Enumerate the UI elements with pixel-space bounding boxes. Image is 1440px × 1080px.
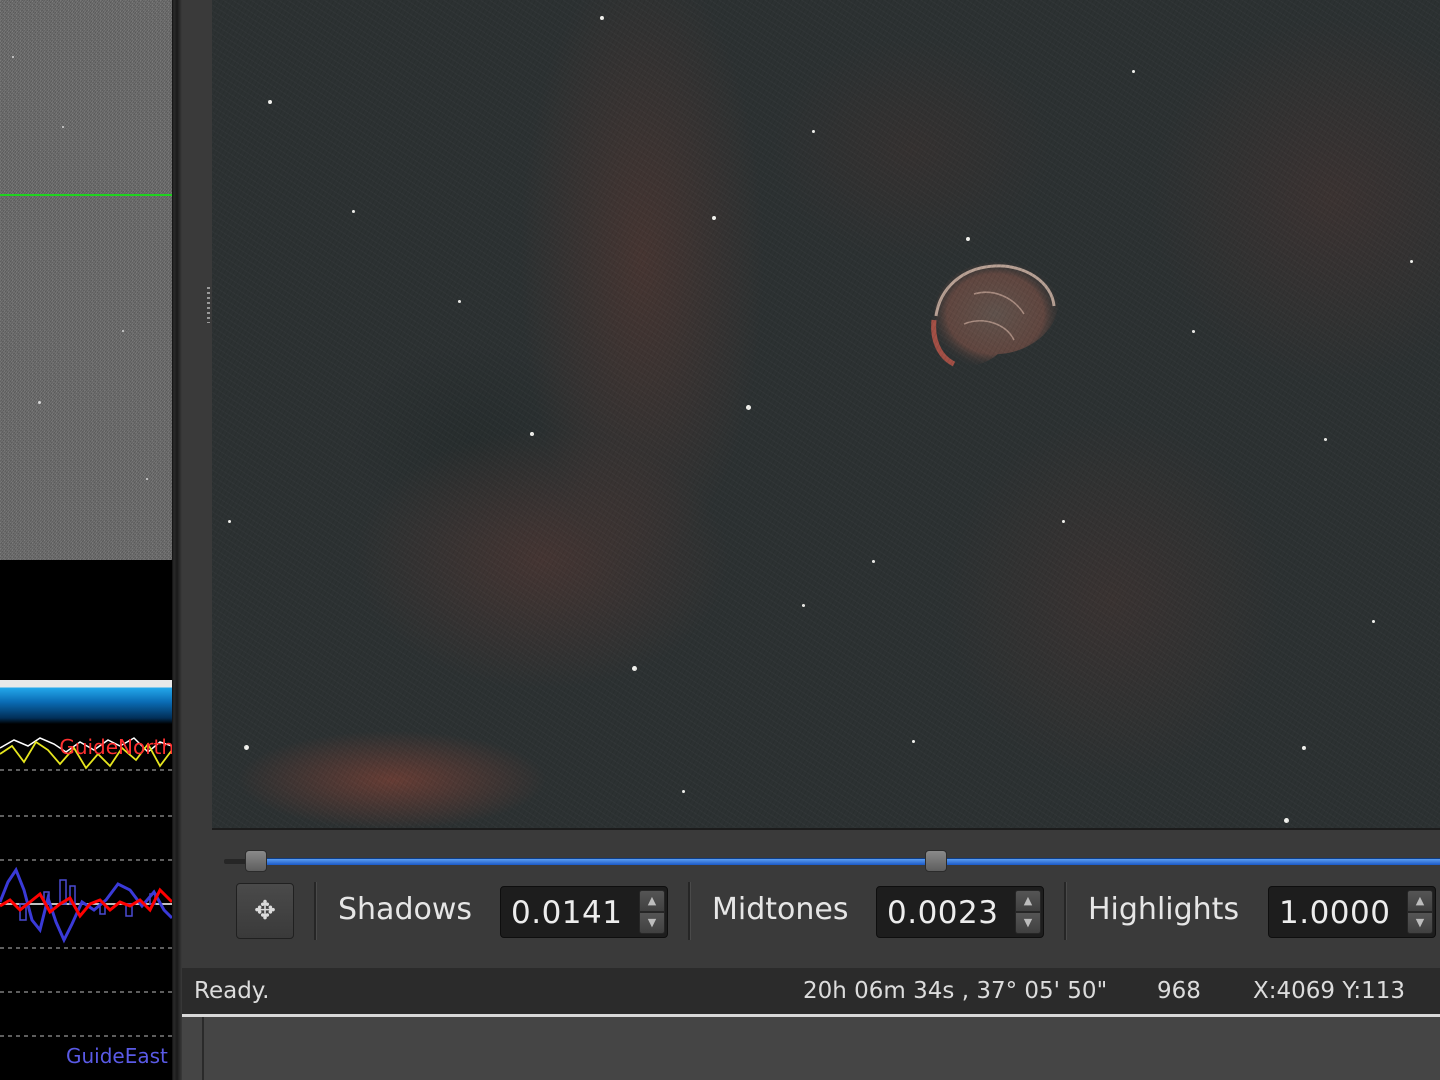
guide-info-area bbox=[0, 560, 172, 680]
panel-splitter[interactable] bbox=[172, 0, 182, 1080]
star bbox=[1192, 330, 1195, 333]
graph-legend-guide-north: GuideNorth bbox=[59, 735, 174, 759]
guide-star bbox=[38, 401, 41, 404]
star bbox=[812, 130, 815, 133]
slider-track-filled[interactable] bbox=[258, 858, 1440, 865]
shadows-spinbox[interactable]: 0.0141 ▲ ▼ bbox=[500, 886, 668, 938]
star bbox=[352, 210, 355, 213]
star bbox=[1302, 746, 1306, 750]
lower-panel-divider bbox=[202, 1017, 204, 1080]
shadows-down-button[interactable]: ▼ bbox=[639, 912, 665, 934]
star bbox=[872, 560, 875, 563]
toolbar-separator bbox=[688, 882, 691, 940]
status-pixel-value: 968 bbox=[1157, 978, 1201, 1004]
star bbox=[912, 740, 915, 743]
lower-dock-panel bbox=[182, 1017, 1440, 1080]
highlights-spinbox[interactable]: 1.0000 ▲ ▼ bbox=[1268, 886, 1436, 938]
midtones-up-button[interactable]: ▲ bbox=[1015, 890, 1041, 912]
graph-legend-guide-east: GuideEast bbox=[66, 1044, 168, 1068]
chevron-up-icon: ▲ bbox=[647, 894, 657, 907]
shadows-slider-handle[interactable] bbox=[245, 850, 267, 872]
crescent-nebula-object bbox=[931, 261, 1059, 367]
star bbox=[1284, 818, 1289, 823]
star bbox=[1410, 260, 1413, 263]
midtones-slider-handle[interactable] bbox=[925, 850, 947, 872]
highlights-value[interactable]: 1.0000 bbox=[1279, 895, 1390, 931]
guide-crosshair-line bbox=[0, 194, 172, 196]
pan-tool-button[interactable]: ✥ bbox=[236, 883, 294, 939]
star bbox=[1132, 70, 1135, 73]
star bbox=[458, 300, 461, 303]
midtones-label: Midtones bbox=[712, 892, 849, 927]
resize-grip[interactable] bbox=[207, 287, 210, 323]
highlights-label: Highlights bbox=[1088, 892, 1240, 927]
midtones-spinbox[interactable]: 0.0023 ▲ ▼ bbox=[876, 886, 1044, 938]
star bbox=[1372, 620, 1375, 623]
shadows-value[interactable]: 0.0141 bbox=[511, 895, 622, 931]
star bbox=[712, 216, 716, 220]
midtones-down-button[interactable]: ▼ bbox=[1015, 912, 1041, 934]
star bbox=[244, 745, 249, 750]
star bbox=[228, 520, 231, 523]
stretch-controls: ✥ Shadows 0.0141 ▲ ▼ Midtones 0.0023 ▲ ▼… bbox=[236, 880, 1440, 942]
star bbox=[1062, 520, 1065, 523]
shadows-up-button[interactable]: ▲ bbox=[639, 890, 665, 912]
guide-graph: GuideNorth GuideEast bbox=[0, 724, 174, 1080]
star bbox=[682, 790, 685, 793]
star bbox=[600, 16, 604, 20]
guide-star bbox=[122, 330, 124, 332]
guide-graph-plot bbox=[0, 737, 172, 1037]
guide-star bbox=[146, 478, 148, 480]
guide-star bbox=[12, 56, 14, 58]
guide-star bbox=[62, 126, 64, 128]
chevron-up-icon: ▲ bbox=[1023, 894, 1033, 907]
chevron-down-icon: ▼ bbox=[1415, 916, 1425, 929]
chevron-down-icon: ▼ bbox=[1023, 916, 1033, 929]
star bbox=[802, 604, 805, 607]
chevron-up-icon: ▲ bbox=[1415, 894, 1425, 907]
highlights-down-button[interactable]: ▼ bbox=[1407, 912, 1433, 934]
status-bar: Ready. 20h 06m 34s , 37° 05' 50" 968 X:4… bbox=[182, 968, 1440, 1017]
highlights-up-button[interactable]: ▲ bbox=[1407, 890, 1433, 912]
stretch-histogram-slider[interactable] bbox=[224, 848, 1440, 876]
guide-graph-toolbar bbox=[0, 680, 172, 724]
guide-camera-frame[interactable] bbox=[0, 0, 172, 560]
star bbox=[966, 237, 970, 241]
status-message: Ready. bbox=[194, 978, 270, 1004]
shadows-label: Shadows bbox=[338, 892, 473, 927]
star bbox=[632, 666, 637, 671]
midtones-value[interactable]: 0.0023 bbox=[887, 895, 998, 931]
status-pixel-position: X:4069 Y:113 bbox=[1253, 978, 1405, 1004]
fits-image-view[interactable] bbox=[212, 0, 1440, 830]
star bbox=[268, 100, 272, 104]
star bbox=[530, 432, 534, 436]
chevron-down-icon: ▼ bbox=[647, 916, 657, 929]
star bbox=[746, 405, 751, 410]
star bbox=[1324, 438, 1327, 441]
toolbar-separator bbox=[314, 882, 317, 940]
move-arrows-icon: ✥ bbox=[254, 896, 276, 926]
status-sky-coordinates: 20h 06m 34s , 37° 05' 50" bbox=[803, 978, 1108, 1004]
toolbar-separator bbox=[1064, 882, 1067, 940]
